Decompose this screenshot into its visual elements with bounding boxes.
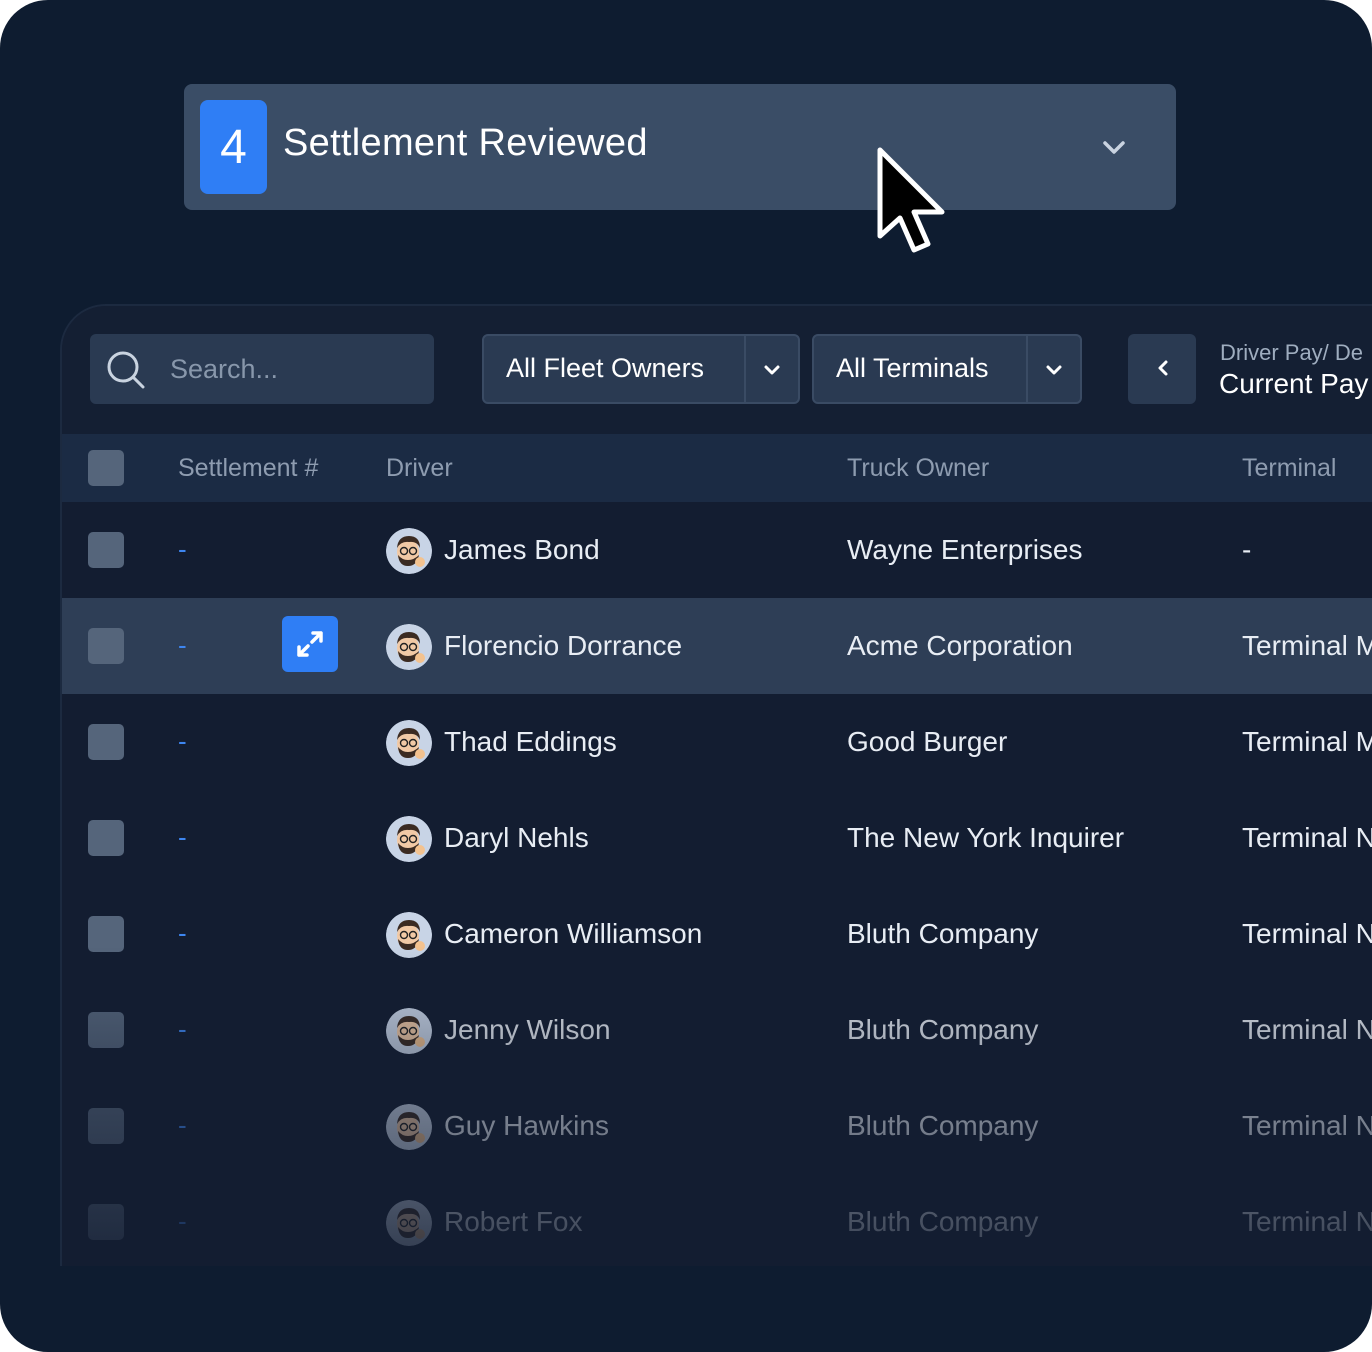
driver-name[interactable]: Guy Hawkins xyxy=(444,1110,609,1142)
fleet-owner-select-value: All Fleet Owners xyxy=(506,353,705,383)
truck-owner: Bluth Company xyxy=(847,1206,1039,1237)
table-row[interactable]: - Florencio Dorrance Acme Corporation Termi… xyxy=(62,598,1372,694)
settlement-number[interactable]: - xyxy=(178,534,187,565)
truck-owner: Bluth Company xyxy=(847,1110,1039,1141)
settlement-number[interactable]: - xyxy=(178,1110,187,1141)
status-dropdown[interactable]: 4 Settlement Reviewed xyxy=(184,84,1176,210)
terminal-name: Terminal N xyxy=(1242,918,1372,949)
terminal-name: Terminal M xyxy=(1242,726,1372,757)
table-row[interactable]: - Robert Fox Bluth Company Terminal N xyxy=(62,1174,1372,1266)
driver-avatar xyxy=(386,816,432,862)
terminal-select[interactable]: All Terminals xyxy=(812,334,1082,404)
terminal-name: Terminal N xyxy=(1242,1110,1372,1141)
driver-avatar xyxy=(386,1104,432,1150)
truck-owner: Acme Corporation xyxy=(847,630,1073,661)
column-header-terminal[interactable]: Terminal xyxy=(1242,454,1336,483)
driver-name[interactable]: Jenny Wilson xyxy=(444,1014,611,1046)
driver-avatar xyxy=(386,624,432,670)
terminal-name: Terminal N xyxy=(1242,1014,1372,1045)
truck-owner: Bluth Company xyxy=(847,918,1039,949)
search-input[interactable]: Search... xyxy=(90,334,434,404)
row-checkbox[interactable] xyxy=(88,724,124,760)
driver-avatar xyxy=(386,1008,432,1054)
settlements-table-panel: Search... All Fleet Owners All Terminals xyxy=(60,304,1372,1266)
fleet-owner-select[interactable]: All Fleet Owners xyxy=(482,334,800,404)
truck-owner: The New York Inquirer xyxy=(847,822,1125,853)
row-checkbox[interactable] xyxy=(88,532,124,568)
mouse-cursor-icon xyxy=(877,147,945,253)
pay-period-label: Driver Pay/ De xyxy=(1220,340,1364,365)
table-row[interactable]: - Jenny Wilson Bluth Company Terminal N xyxy=(62,982,1372,1078)
settlement-number[interactable]: - xyxy=(178,726,187,757)
chevron-down-icon[interactable] xyxy=(1044,360,1064,380)
table-toolbar: Search... All Fleet Owners All Terminals xyxy=(62,306,1372,434)
settlement-number[interactable]: - xyxy=(178,630,187,661)
truck-owner: Good Burger xyxy=(847,726,1008,757)
chevron-down-icon[interactable] xyxy=(762,360,782,380)
column-header-truck-owner[interactable]: Truck Owner xyxy=(847,454,989,483)
chevron-down-icon xyxy=(1103,141,1125,154)
driver-name[interactable]: Florencio Dorrance xyxy=(444,630,682,662)
settlement-number[interactable]: - xyxy=(178,1014,187,1045)
row-checkbox[interactable] xyxy=(88,628,124,664)
truck-owner: Wayne Enterprises xyxy=(847,534,1083,565)
row-checkbox[interactable] xyxy=(88,916,124,952)
terminal-name: Terminal N xyxy=(1242,1206,1372,1237)
terminal-name: - xyxy=(1242,534,1252,565)
row-checkbox[interactable] xyxy=(88,1108,124,1144)
terminal-name: Terminal N xyxy=(1242,822,1372,853)
search-icon xyxy=(107,351,145,389)
driver-avatar xyxy=(386,528,432,574)
driver-avatar xyxy=(386,720,432,766)
driver-name[interactable]: Thad Eddings xyxy=(444,726,617,758)
table-row[interactable]: - James Bond Wayne Enterprises - xyxy=(62,502,1372,598)
pay-period-value[interactable]: Current Pay xyxy=(1219,368,1368,400)
settlement-number[interactable]: - xyxy=(178,918,187,949)
status-label: Settlement Reviewed xyxy=(283,122,648,164)
column-header-driver[interactable]: Driver xyxy=(386,454,453,483)
driver-name[interactable]: James Bond xyxy=(444,534,600,566)
row-checkbox[interactable] xyxy=(88,1204,124,1240)
table-row[interactable]: - Guy Hawkins Bluth Company Terminal N xyxy=(62,1078,1372,1174)
previous-period-button[interactable] xyxy=(1128,334,1196,404)
chevron-left-icon xyxy=(1158,360,1168,376)
terminal-select-value: All Terminals xyxy=(836,353,989,383)
app-frame: 4 Settlement Reviewed Search... All Flee… xyxy=(0,0,1372,1352)
column-header-settlement[interactable]: Settlement # xyxy=(178,454,318,483)
row-checkbox[interactable] xyxy=(88,1012,124,1048)
driver-name[interactable]: Daryl Nehls xyxy=(444,822,589,854)
driver-name[interactable]: Cameron Williamson xyxy=(444,918,702,950)
expand-row-button[interactable] xyxy=(282,616,338,672)
table-row[interactable]: - Daryl Nehls The New York Inquirer Termina… xyxy=(62,790,1372,886)
driver-name[interactable]: Robert Fox xyxy=(444,1206,583,1238)
settlement-number[interactable]: - xyxy=(178,822,187,853)
expand-icon xyxy=(297,631,323,657)
table-row[interactable]: - Thad Eddings Good Burger Terminal M xyxy=(62,694,1372,790)
search-placeholder: Search... xyxy=(170,354,279,384)
select-divider xyxy=(744,336,746,402)
table-row[interactable]: - Cameron Williamson Bluth Company Terminal… xyxy=(62,886,1372,982)
driver-avatar xyxy=(386,1200,432,1246)
select-divider xyxy=(1026,336,1028,402)
terminal-name: Terminal M xyxy=(1242,630,1372,661)
status-step-badge: 4 xyxy=(200,100,267,194)
driver-avatar xyxy=(386,912,432,958)
table-header: Settlement # Driver Truck Owner Terminal xyxy=(62,434,1372,502)
select-all-checkbox[interactable] xyxy=(88,450,124,486)
truck-owner: Bluth Company xyxy=(847,1014,1039,1045)
row-checkbox[interactable] xyxy=(88,820,124,856)
settlement-number[interactable]: - xyxy=(178,1206,187,1237)
